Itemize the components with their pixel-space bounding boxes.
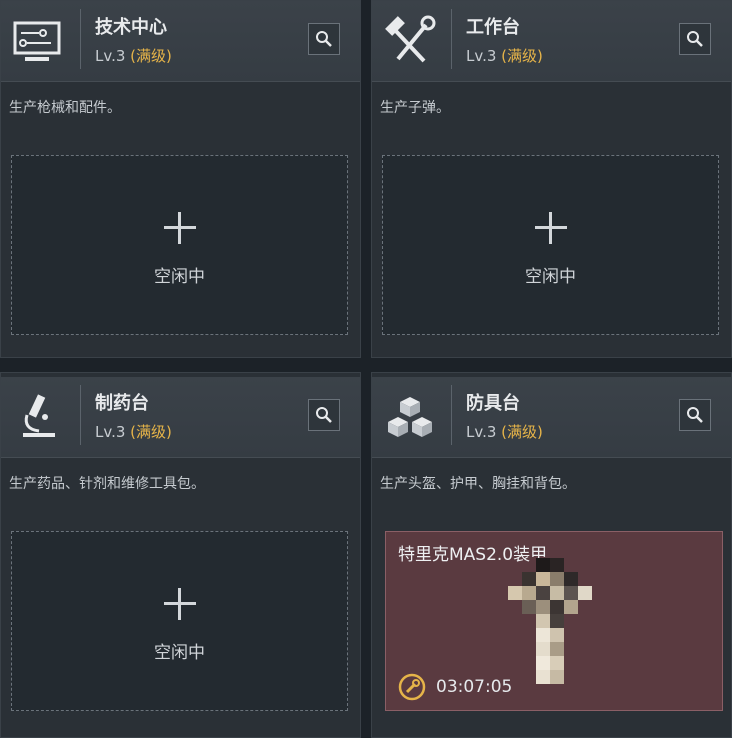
- active-production-slot[interactable]: 特里克MAS2.0装甲 03:07:05: [385, 531, 723, 711]
- slot-status: 空闲中: [525, 267, 576, 287]
- card-header: 制药台 Lv.3 (满级): [1, 377, 360, 458]
- search-icon: [316, 31, 332, 47]
- slot-status: 空闲中: [154, 643, 205, 663]
- station-level: Lv.3 (满级): [95, 45, 172, 66]
- level-number: Lv.3: [95, 47, 126, 65]
- level-max-badge: (满级): [130, 423, 172, 441]
- station-level: Lv.3 (满级): [95, 421, 172, 442]
- station-title: 防具台: [466, 393, 520, 414]
- wrench-progress-icon: [398, 673, 426, 701]
- station-title: 技术中心: [95, 17, 167, 38]
- station-level: Lv.3 (满级): [466, 45, 543, 66]
- armor-item-image: [496, 558, 616, 708]
- level-max-badge: (满级): [501, 47, 543, 65]
- header-divider: [80, 385, 81, 445]
- station-description: 生产子弹。: [380, 100, 450, 116]
- level-number: Lv.3: [466, 423, 497, 441]
- search-icon: [687, 407, 703, 423]
- timer-value: 03:07:05: [436, 677, 513, 697]
- search-button[interactable]: [679, 23, 711, 55]
- armor-cubes-icon: [380, 387, 440, 447]
- search-button[interactable]: [679, 399, 711, 431]
- plus-icon: [163, 212, 196, 244]
- computer-terminal-icon: [9, 11, 69, 71]
- plus-icon: [163, 588, 196, 620]
- station-title: 工作台: [466, 17, 520, 38]
- idle-production-slot[interactable]: 空闲中: [11, 531, 348, 711]
- station-card-armor-bench: 防具台 Lv.3 (满级) 生产头盔、护甲、胸挂和背包。 特里克MAS2.0装甲: [371, 372, 732, 738]
- header-divider: [80, 9, 81, 69]
- card-header: 技术中心 Lv.3 (满级): [1, 1, 360, 82]
- station-description: 生产药品、针剂和维修工具包。: [9, 476, 205, 492]
- idle-production-slot[interactable]: 空闲中: [382, 155, 719, 335]
- station-card-workbench: 工作台 Lv.3 (满级) 生产子弹。 空闲中: [371, 0, 732, 358]
- search-icon: [687, 31, 703, 47]
- card-header: 防具台 Lv.3 (满级): [372, 377, 731, 458]
- station-card-pharmacy: 制药台 Lv.3 (满级) 生产药品、针剂和维修工具包。 空闲中: [0, 372, 361, 738]
- station-description: 生产枪械和配件。: [9, 100, 121, 116]
- level-max-badge: (满级): [130, 47, 172, 65]
- slot-status: 空闲中: [154, 267, 205, 287]
- microscope-icon: [9, 387, 69, 447]
- crafting-timer: 03:07:05: [398, 672, 512, 702]
- hammer-wrench-icon: [380, 11, 440, 71]
- level-number: Lv.3: [95, 423, 126, 441]
- card-header: 工作台 Lv.3 (满级): [372, 1, 731, 82]
- search-button[interactable]: [308, 23, 340, 55]
- header-divider: [451, 9, 452, 69]
- station-title: 制药台: [95, 393, 149, 414]
- station-card-tech-center: 技术中心 Lv.3 (满级) 生产枪械和配件。 空闲中: [0, 0, 361, 358]
- plus-icon: [534, 212, 567, 244]
- level-max-badge: (满级): [501, 423, 543, 441]
- station-description: 生产头盔、护甲、胸挂和背包。: [380, 476, 576, 492]
- search-icon: [316, 407, 332, 423]
- level-number: Lv.3: [466, 47, 497, 65]
- header-divider: [451, 385, 452, 445]
- idle-production-slot[interactable]: 空闲中: [11, 155, 348, 335]
- station-level: Lv.3 (满级): [466, 421, 543, 442]
- search-button[interactable]: [308, 399, 340, 431]
